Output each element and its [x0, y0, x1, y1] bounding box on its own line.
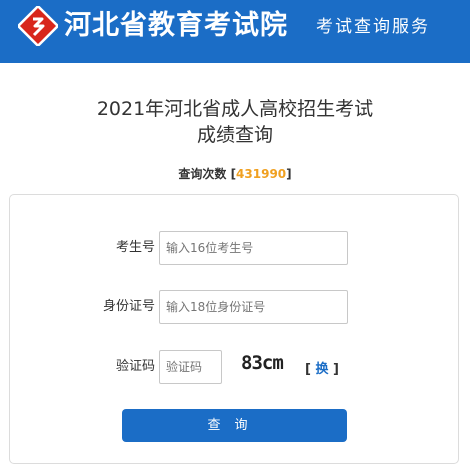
query-counter-close-bracket: ]: [286, 167, 292, 181]
captcha-refresh-link[interactable]: [ 换 ]: [305, 358, 339, 377]
query-submit-button[interactable]: 查询: [122, 409, 347, 442]
captcha-input[interactable]: [159, 350, 222, 384]
refresh-open-bracket: [: [305, 362, 311, 377]
refresh-label[interactable]: 换: [315, 362, 328, 377]
hebei-exam-logo-icon[interactable]: [18, 6, 58, 46]
refresh-close-bracket: ]: [333, 362, 339, 377]
site-header: 河北省教育考试院 考试查询服务: [0, 0, 470, 63]
query-counter-value: 431990: [236, 167, 287, 181]
query-counter-label: 查询次数: [178, 167, 227, 181]
captcha-label: 验证码: [115, 359, 155, 374]
captcha-image[interactable]: 83cm: [241, 352, 284, 374]
page-title: 2021年河北省成人高校招生考试 成绩查询: [0, 96, 470, 148]
id-number-label: 身份证号: [102, 299, 155, 314]
query-counter: 查询次数 [431990]: [0, 165, 470, 182]
exam-number-input[interactable]: [159, 231, 348, 265]
id-number-input[interactable]: [159, 290, 348, 324]
site-title[interactable]: 河北省教育考试院: [64, 6, 288, 46]
site-subtitle: 考试查询服务: [316, 17, 430, 37]
page-title-line1: 2021年河北省成人高校招生考试: [96, 98, 374, 120]
page-title-line2: 成绩查询: [196, 124, 273, 146]
exam-number-label: 考生号: [115, 240, 155, 255]
